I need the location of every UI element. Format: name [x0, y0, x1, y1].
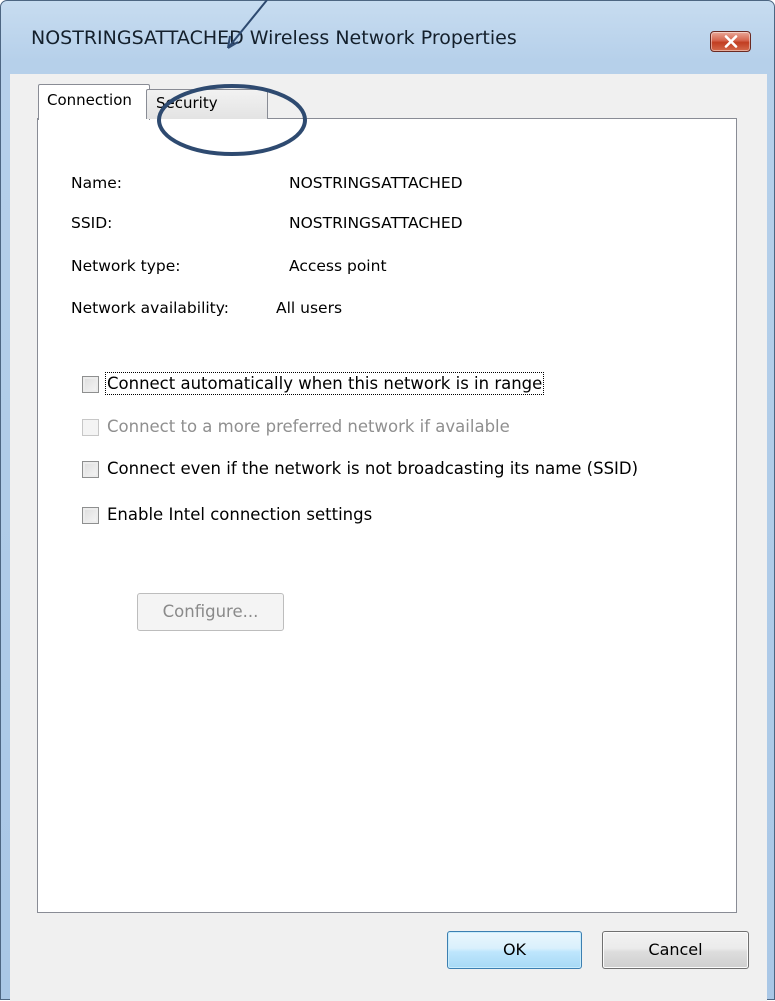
close-button[interactable]	[710, 31, 751, 52]
name-value: NOSTRINGSATTACHED	[289, 174, 463, 192]
cancel-button[interactable]: Cancel	[602, 931, 749, 969]
tab-connection[interactable]: Connection	[38, 84, 150, 120]
name-label: Name:	[71, 174, 122, 192]
tab-security-label: Security	[156, 94, 218, 112]
connect-not-broadcasting-checkbox[interactable]	[82, 461, 99, 478]
connect-automatically-checkbox[interactable]	[82, 376, 99, 393]
window-title: NOSTRINGSATTACHED Wireless Network Prope…	[31, 27, 517, 49]
connection-tab-panel: Name: NOSTRINGSATTACHED SSID: NOSTRINGSA…	[37, 118, 737, 913]
dialog-client-area: Connection Security Name: NOSTRINGSATTAC…	[10, 74, 767, 1001]
tab-connection-label: Connection	[47, 91, 132, 109]
connect-not-broadcasting-label[interactable]: Connect even if the network is not broad…	[107, 459, 638, 478]
close-x-icon	[724, 35, 738, 48]
network-availability-value: All users	[276, 299, 343, 317]
title-bar[interactable]: NOSTRINGSATTACHED Wireless Network Prope…	[1, 1, 774, 73]
preferred-network-checkbox[interactable]	[82, 419, 99, 436]
intel-settings-checkbox[interactable]	[82, 507, 99, 524]
ssid-label: SSID:	[71, 214, 113, 232]
network-availability-label: Network availability:	[71, 299, 230, 317]
ok-button[interactable]: OK	[447, 931, 582, 969]
preferred-network-label[interactable]: Connect to a more preferred network if a…	[107, 417, 510, 436]
network-type-value: Access point	[289, 257, 387, 275]
dialog-window: NOSTRINGSATTACHED Wireless Network Prope…	[0, 0, 775, 1001]
ssid-value: NOSTRINGSATTACHED	[289, 214, 463, 232]
connect-automatically-label[interactable]: Connect automatically when this network …	[104, 372, 545, 395]
network-type-label: Network type:	[71, 257, 181, 275]
tab-security[interactable]: Security	[146, 89, 268, 119]
configure-button[interactable]: Configure...	[137, 593, 284, 631]
intel-settings-label[interactable]: Enable Intel connection settings	[107, 505, 372, 524]
